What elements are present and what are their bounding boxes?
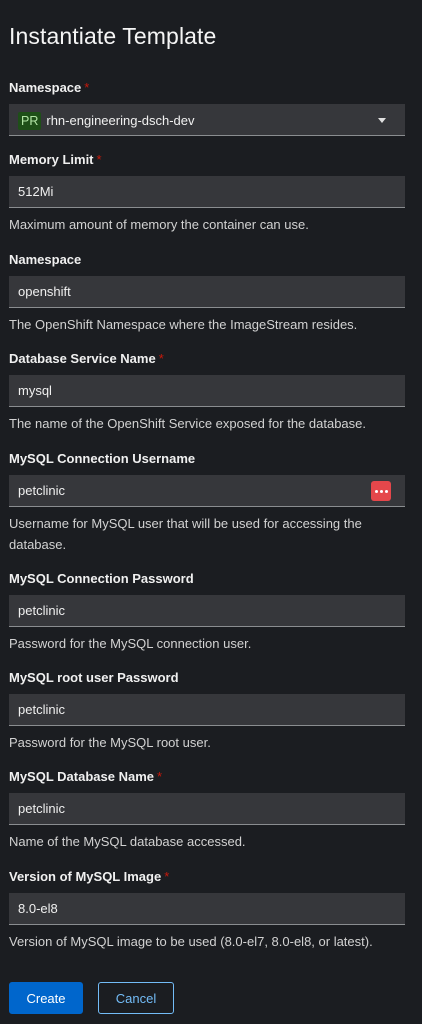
instantiate-template-page: Instantiate Template Namespace * PR rhn-en… [0, 0, 422, 1024]
memory-limit-input[interactable]: 512Mi [9, 176, 405, 208]
required-marker: * [164, 869, 170, 884]
page-title: Instantiate Template [9, 23, 217, 49]
project-badge: PR [18, 111, 42, 130]
cancel-button[interactable]: Cancel [98, 982, 174, 1014]
mysql-username-value: petclinic [18, 483, 65, 498]
field-group-database-service-name: Database Service Name * mysql The name of… [9, 350, 405, 434]
required-marker: * [158, 351, 164, 366]
field-group-mysql-username: MySQL Connection Username petclinic User… [9, 450, 405, 555]
namespace-select-group: Namespace * PR rhn-engineering-dsch-dev [9, 79, 405, 136]
namespace-select-label: Namespace * [9, 80, 90, 95]
field-help-text: Maximum amount of memory the container c… [9, 217, 309, 232]
field-help-text: Name of the MySQL database accessed. [9, 834, 246, 849]
field-help-text: The OpenShift Namespace where the ImageS… [9, 317, 358, 332]
namespace-select-value: rhn-engineering-dsch-dev [46, 113, 195, 129]
required-marker: * [157, 769, 163, 784]
required-marker: * [96, 152, 102, 167]
field-label: Version of MySQL Image * [9, 869, 170, 884]
field-group-mysql-image-version: Version of MySQL Image * 8.0-el8 Version … [9, 868, 405, 952]
field-group-memory-limit: Memory Limit * 512Mi Maximum amount of me… [9, 151, 405, 235]
field-label: MySQL Connection Password [9, 571, 194, 586]
mysql-image-version-input[interactable]: 8.0-el8 [9, 893, 405, 925]
field-label: Memory Limit * [9, 152, 102, 167]
create-button[interactable]: Create [9, 982, 83, 1014]
field-group-mysql-database-name: MySQL Database Name * petclinic Name of t… [9, 768, 405, 852]
field-help-text: Password for the MySQL root user. [9, 735, 211, 750]
field-group-mysql-password: MySQL Connection Password petclinic Pass… [9, 570, 405, 654]
mysql-root-password-input[interactable]: petclinic [9, 694, 405, 726]
mysql-username-input[interactable]: petclinic [9, 475, 405, 507]
namespace-select[interactable]: PR rhn-engineering-dsch-dev [9, 104, 405, 136]
namespace-input[interactable]: openshift [9, 276, 405, 308]
field-label: Namespace [9, 252, 82, 267]
field-label: MySQL Connection Username [9, 451, 196, 466]
field-label: MySQL Database Name * [9, 769, 163, 784]
field-help-text: Password for the MySQL connection user. [9, 636, 252, 651]
required-marker: * [84, 80, 90, 95]
field-group-mysql-root-password: MySQL root user Password petclinic Passw… [9, 669, 405, 753]
mysql-database-name-input[interactable]: petclinic [9, 793, 405, 825]
mysql-password-input[interactable]: petclinic [9, 595, 405, 627]
field-help-text: Version of MySQL image to be used (8.0-e… [9, 934, 373, 949]
field-help-text: The name of the OpenShift Service expose… [9, 416, 366, 431]
field-label: Database Service Name * [9, 351, 164, 366]
field-help-text: Username for MySQL user that will be use… [9, 516, 362, 552]
field-label: MySQL root user Password [9, 670, 179, 685]
kebab-dots-icon[interactable] [371, 481, 391, 501]
database-service-name-input[interactable]: mysql [9, 375, 405, 407]
caret-down-icon[interactable] [378, 118, 386, 123]
field-group-namespace: Namespace openshift The OpenShift Namesp… [9, 251, 405, 335]
